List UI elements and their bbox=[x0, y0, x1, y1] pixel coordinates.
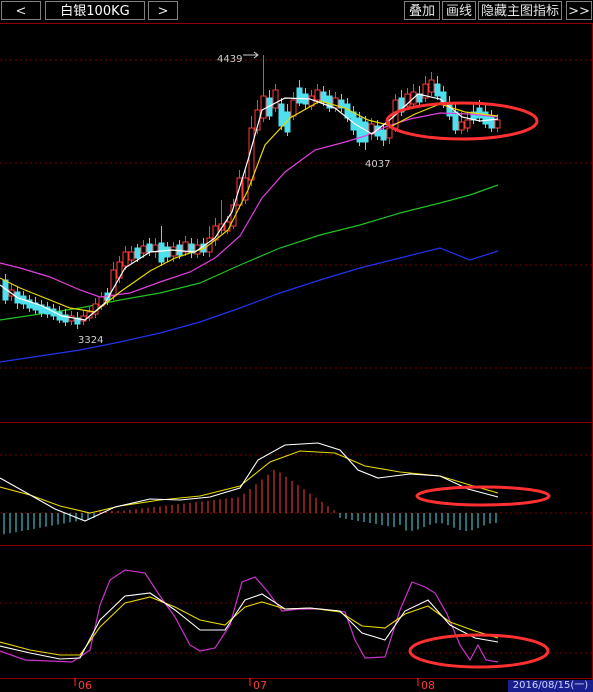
candle-body bbox=[272, 89, 279, 109]
candle-body bbox=[488, 115, 495, 129]
kdj-k-line bbox=[0, 592, 499, 660]
macd-dea-line bbox=[0, 450, 499, 514]
current-date-label: 2016/08/15(一) bbox=[508, 680, 593, 692]
candle-body bbox=[362, 121, 369, 143]
candle-body bbox=[158, 242, 165, 263]
candle-body bbox=[128, 251, 135, 261]
candle-body bbox=[140, 245, 147, 254]
x-label-jun: 06 bbox=[78, 679, 92, 692]
candle-body bbox=[122, 251, 129, 267]
x-label-aug: 08 bbox=[421, 679, 435, 692]
candle-body bbox=[170, 246, 177, 257]
kdj-j-line bbox=[0, 569, 499, 663]
macd-histogram bbox=[3, 469, 497, 535]
chart-canvas[interactable]: 4439 3324 4037 bbox=[0, 0, 593, 692]
candle-body bbox=[320, 91, 327, 103]
x-label-jul: 07 bbox=[253, 679, 267, 692]
candle-body bbox=[296, 87, 303, 104]
candle-body bbox=[494, 119, 501, 129]
candle-body bbox=[134, 247, 141, 259]
candle-body bbox=[458, 121, 465, 131]
candle-body bbox=[278, 103, 285, 127]
low-price-label-1: 3324 bbox=[78, 335, 103, 346]
candle-body bbox=[146, 243, 153, 253]
month-ticks bbox=[74, 678, 419, 686]
annotation-circle-macd bbox=[415, 485, 551, 507]
candle-body bbox=[260, 95, 267, 119]
low-price-label-2: 4037 bbox=[365, 159, 390, 170]
candle-body bbox=[290, 99, 297, 117]
candle-body bbox=[332, 97, 339, 109]
high-price-label: 4439 bbox=[217, 54, 242, 65]
candle-body bbox=[242, 177, 249, 201]
candle-body bbox=[452, 111, 459, 131]
annotation-circle-kdj bbox=[408, 633, 550, 669]
high-price-arrow bbox=[243, 51, 259, 59]
grid-lines bbox=[0, 23, 593, 680]
candle-body bbox=[164, 246, 171, 258]
candle-body bbox=[386, 127, 393, 139]
candle-body bbox=[380, 129, 387, 141]
candle-body bbox=[314, 89, 321, 101]
kdj-d-line bbox=[0, 596, 499, 656]
candle-body bbox=[428, 79, 435, 93]
candle-body bbox=[434, 83, 441, 97]
candle-body bbox=[464, 119, 471, 129]
ma120-line bbox=[0, 247, 499, 363]
